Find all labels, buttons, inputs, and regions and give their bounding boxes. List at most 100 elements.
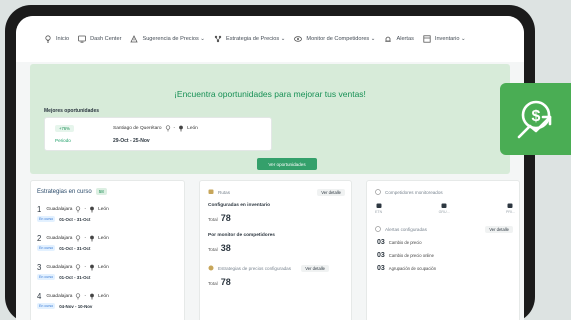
alerts-detail-button[interactable]: Ver detalle xyxy=(485,226,513,233)
users-icon xyxy=(375,189,381,195)
alert-item[interactable]: 03 Cambio de precio online xyxy=(377,252,434,259)
destination-pin-icon xyxy=(90,235,94,242)
strategy-route: 4 Guadalajara - León xyxy=(37,292,109,301)
strategy-row[interactable]: 4 Guadalajara - León En curso 04-Nov - 1… xyxy=(37,292,109,309)
origin-city: Guadalajara xyxy=(46,236,73,241)
destination-city: León xyxy=(98,207,109,212)
monitor-icon xyxy=(294,36,303,42)
price-strategies-title: Estrategias de precios configuradas xyxy=(218,265,292,271)
origin-pin-icon xyxy=(76,235,81,242)
nav-label: Estrategia de Precios ⌄ xyxy=(226,36,286,42)
strategies-panel: Estrategias en curso 58 1 Guadalajara - … xyxy=(30,180,185,320)
origin-city: Guadalajara xyxy=(46,207,73,212)
nav-label: Dash Center xyxy=(90,36,122,42)
competitors-list: ETN GRU... PRI... xyxy=(375,203,515,214)
strategy-period: 01-Oct - 31-Oct xyxy=(59,216,91,222)
origin-city: Guadalajara xyxy=(46,294,73,299)
device-frame: Inicio Dash Center Sugerencia de Precios… xyxy=(5,5,535,320)
destination-city: León xyxy=(187,126,198,131)
strategy-dates: En curso 01-Oct - 31-Oct xyxy=(37,216,109,222)
route-separator: - xyxy=(84,207,87,212)
alert-label: Cambio de precio xyxy=(388,240,422,245)
alerts-title: Alertas configuradas xyxy=(385,226,427,232)
nav-label: Sugerencia de Precios ⌄ xyxy=(142,36,205,42)
status-tag: En curso xyxy=(37,245,56,251)
origin-pin-icon xyxy=(76,293,81,300)
nav-item-inicio[interactable]: Inicio xyxy=(44,35,69,43)
nav-label: Alertas xyxy=(396,36,414,42)
alert-item[interactable]: 03 Cambio de precio xyxy=(377,239,422,246)
alert-icon xyxy=(385,36,392,42)
strategy-period: 04-Nov - 10-Nov xyxy=(59,303,93,309)
nav-item-alertas[interactable]: Alertas xyxy=(384,35,414,43)
strategy-period: 01-Oct - 31-Oct xyxy=(59,245,91,251)
svg-text:$: $ xyxy=(532,108,541,125)
growth-pill: +76% xyxy=(55,125,74,132)
nav-item-inventario[interactable]: Inventario ⌄ xyxy=(423,35,466,43)
total-value: 78 xyxy=(220,213,231,223)
origin-pin-icon xyxy=(76,264,81,271)
monitor-total: Total 38 xyxy=(208,243,231,253)
alert-count: 03 xyxy=(377,239,385,246)
opportunities-hero: ¡Encuentra oportunidades para mejorar tu… xyxy=(30,64,510,174)
routes-title: Rutas xyxy=(218,189,231,195)
inventory-total: Total 78 xyxy=(208,213,231,223)
app-screen: Inicio Dash Center Sugerencia de Precios… xyxy=(16,16,524,320)
alert-icon xyxy=(375,226,381,232)
total-value: 78 xyxy=(220,277,231,287)
price-strategies-header: Estrategias de precios configuradas xyxy=(208,265,291,271)
strategies-title: Estrategias en curso 58 xyxy=(37,188,107,195)
competitors-header: Competidores monitoreados xyxy=(375,189,443,195)
routes-panel: Rutas Ver detalle Configuradas en invent… xyxy=(199,180,352,320)
total-label: Total xyxy=(208,217,218,222)
status-tag: En curso xyxy=(37,303,56,309)
strategy-row[interactable]: 2 Guadalajara - León En curso 01-Oct - 3… xyxy=(37,234,109,251)
destination-pin-icon xyxy=(90,264,94,271)
competitor-item[interactable]: GRU... xyxy=(439,203,450,214)
bus-icon xyxy=(376,203,382,208)
strategy-route: 3 Guadalajara - León xyxy=(37,263,109,272)
strategies-total: Total 78 xyxy=(208,277,231,287)
best-opportunities-label: Mejores oportunidades xyxy=(44,108,100,114)
destination-pin-icon xyxy=(179,125,184,132)
route-separator: - xyxy=(84,265,87,270)
price-growth-badge: $ xyxy=(500,83,571,155)
route-separator: - xyxy=(173,126,176,131)
total-value: 38 xyxy=(220,243,231,253)
destination-city: León xyxy=(98,294,109,299)
total-label: Total xyxy=(208,247,218,252)
hero-title: ¡Encuentra oportunidades para mejorar tu… xyxy=(174,89,366,99)
strategy-number: 3 xyxy=(37,263,42,272)
alert-item[interactable]: 03 Agrupación de ocupación xyxy=(377,265,436,272)
competitor-item[interactable]: PRI... xyxy=(506,203,515,214)
competitor-name: ETN xyxy=(375,210,383,214)
inventory-icon xyxy=(423,35,431,43)
nav-item-monitor-competidores[interactable]: Monitor de Competidores ⌄ xyxy=(294,35,375,43)
route-separator: - xyxy=(84,294,87,299)
competitors-title: Competidores monitoreados xyxy=(385,189,443,195)
nav-item-sugerencia-precios[interactable]: Sugerencia de Precios ⌄ xyxy=(130,35,205,43)
strategy-number: 4 xyxy=(37,292,42,301)
competitor-item[interactable]: ETN xyxy=(375,203,382,214)
status-tag: En curso xyxy=(37,216,56,222)
strategies-detail-button[interactable]: Ver detalle xyxy=(301,265,329,272)
strategy-route: 2 Guadalajara - León xyxy=(37,234,109,243)
destination-pin-icon xyxy=(90,206,94,213)
nav-label: Inventario ⌄ xyxy=(434,36,466,42)
best-opportunity-card[interactable]: +76% Periodo Santiago de Querétaro - Leó… xyxy=(44,117,272,151)
strategy-row[interactable]: 1 Guadalajara - León En curso 01-Oct - 3… xyxy=(37,205,109,222)
nav-label: Monitor de Competidores ⌄ xyxy=(306,36,376,42)
strategy-number: 2 xyxy=(37,234,42,243)
nav-item-estrategia-precios[interactable]: Estrategia de Precios ⌄ xyxy=(214,35,285,43)
nav-item-dash-center[interactable]: Dash Center xyxy=(78,35,121,43)
strategy-row[interactable]: 3 Guadalajara - León En curso 01-Oct - 3… xyxy=(37,263,109,280)
origin-pin-icon xyxy=(165,125,170,132)
strategy-period: 01-Oct - 31-Oct xyxy=(59,274,91,280)
destination-pin-icon xyxy=(90,293,94,300)
destination-city: León xyxy=(98,236,109,241)
strategy-dates: En curso 04-Nov - 10-Nov xyxy=(37,303,109,309)
route-separator: - xyxy=(84,236,87,241)
bulb-icon xyxy=(45,35,51,43)
routes-detail-button[interactable]: Ver detalle xyxy=(317,189,345,196)
view-opportunities-button[interactable]: Ver oportunidades xyxy=(257,158,317,170)
